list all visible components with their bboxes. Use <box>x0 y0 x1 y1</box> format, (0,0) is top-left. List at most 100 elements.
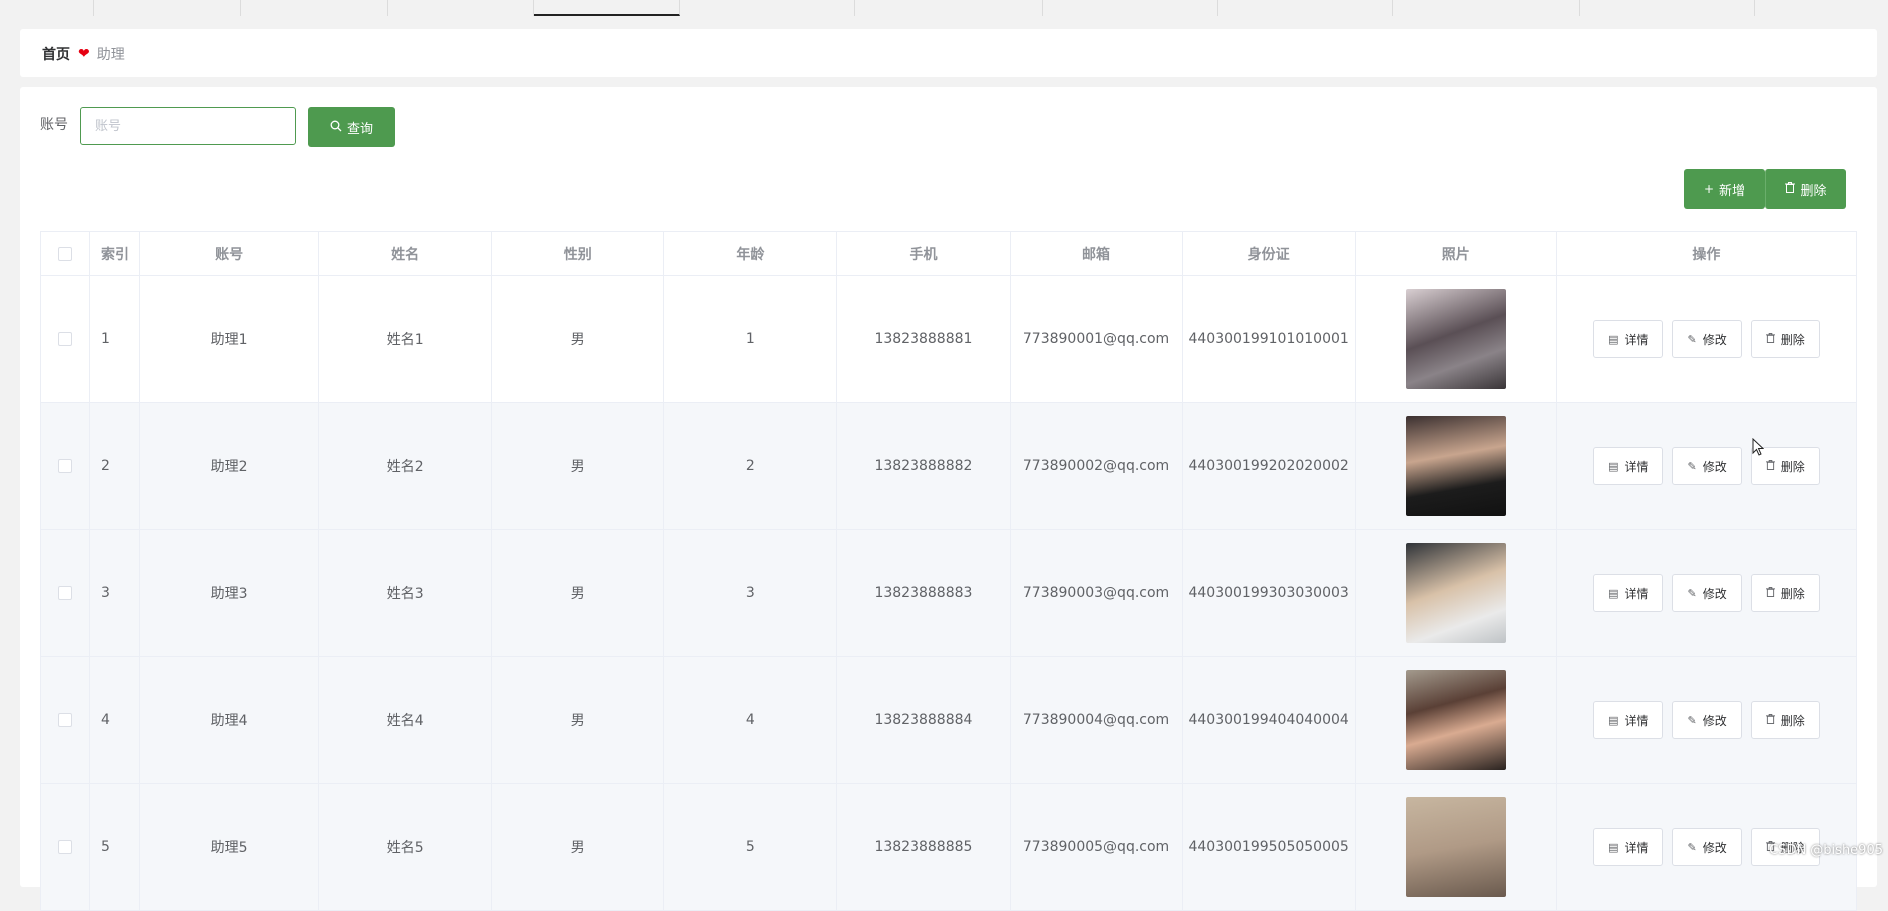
trash-icon <box>1765 332 1775 346</box>
batch-delete-button[interactable]: 删除 <box>1765 169 1846 209</box>
row-checkbox[interactable] <box>58 459 72 473</box>
search-button[interactable]: 查询 <box>308 107 395 147</box>
detail-button-label: 详情 <box>1624 586 1649 601</box>
cell-account: 助理1 <box>139 275 320 403</box>
cell-index: 5 <box>89 783 141 911</box>
search-button-label: 查询 <box>346 121 373 137</box>
tab[interactable] <box>1043 0 1218 16</box>
document-icon: ▤ <box>1608 586 1619 600</box>
cell-actions: ▤ 详情 ✎ 修改 删除 <box>1555 656 1858 784</box>
row-select-cell <box>39 529 91 657</box>
cell-id-card: 440300199303030003 <box>1181 529 1356 657</box>
cell-gender: 男 <box>491 783 665 911</box>
column-header: 姓名 <box>318 231 493 276</box>
mouse-cursor-icon <box>1752 437 1765 460</box>
cell-email: 773890003@qq.com <box>1009 529 1183 657</box>
edit-button[interactable]: ✎ 修改 <box>1672 828 1742 866</box>
photo-thumbnail[interactable] <box>1405 543 1506 643</box>
add-button[interactable]: + 新增 <box>1684 169 1765 209</box>
delete-button[interactable]: 删除 <box>1750 701 1820 739</box>
tab[interactable] <box>388 0 534 16</box>
detail-button[interactable]: ▤ 详情 <box>1593 828 1664 866</box>
table-row[interactable]: 5 助理5 姓名5 男 5 13823888885 773890005@qq.c… <box>39 783 1858 911</box>
pencil-icon: ✎ <box>1687 332 1697 346</box>
pencil-icon: ✎ <box>1687 840 1697 854</box>
tab[interactable] <box>94 0 241 16</box>
delete-button[interactable]: 删除 <box>1750 320 1820 358</box>
detail-button[interactable]: ▤ 详情 <box>1593 320 1664 358</box>
cell-age: 5 <box>663 783 838 911</box>
breadcrumb-home[interactable]: 首页 <box>42 44 70 64</box>
search-icon <box>330 120 342 135</box>
tab[interactable] <box>1580 0 1755 16</box>
photo-thumbnail[interactable] <box>1405 289 1506 389</box>
cell-id-card: 440300199202020002 <box>1181 402 1356 530</box>
detail-button-label: 详情 <box>1624 332 1649 347</box>
edit-button[interactable]: ✎ 修改 <box>1672 574 1742 612</box>
edit-button-label: 修改 <box>1702 840 1727 855</box>
row-checkbox[interactable] <box>58 332 72 346</box>
cell-phone: 13823888881 <box>836 275 1011 403</box>
breadcrumb-card: 首页 ❤ 助理 <box>20 29 1877 77</box>
document-icon: ▤ <box>1608 713 1619 727</box>
row-select-cell <box>39 656 91 784</box>
cell-id-card: 440300199101010001 <box>1181 275 1356 403</box>
cell-index: 3 <box>89 529 141 657</box>
delete-button[interactable]: 删除 <box>1750 574 1820 612</box>
edit-button[interactable]: ✎ 修改 <box>1672 701 1742 739</box>
photo-thumbnail[interactable] <box>1405 416 1506 516</box>
edit-button[interactable]: ✎ 修改 <box>1672 447 1742 485</box>
cell-email: 773890002@qq.com <box>1009 402 1183 530</box>
search-input[interactable] <box>80 107 296 145</box>
edit-button[interactable]: ✎ 修改 <box>1672 320 1742 358</box>
column-header: 索引 <box>89 231 141 276</box>
select-all-checkbox[interactable] <box>58 246 72 261</box>
tab[interactable] <box>1218 0 1393 16</box>
table-row[interactable]: 2 助理2 姓名2 男 2 13823888882 773890002@qq.c… <box>39 402 1858 530</box>
cell-account: 助理5 <box>139 783 320 911</box>
cell-gender: 男 <box>491 529 665 657</box>
photo-thumbnail[interactable] <box>1405 670 1506 770</box>
cell-email: 773890004@qq.com <box>1009 656 1183 784</box>
cell-account: 助理4 <box>139 656 320 784</box>
tab-strip <box>0 0 1888 17</box>
row-select-cell <box>39 275 91 403</box>
cell-name: 姓名1 <box>318 275 493 403</box>
cell-age: 2 <box>663 402 838 530</box>
cell-photo <box>1354 656 1557 784</box>
tab[interactable] <box>1393 0 1580 16</box>
tab[interactable] <box>680 0 855 16</box>
tab[interactable] <box>855 0 1043 16</box>
row-checkbox[interactable] <box>58 586 72 600</box>
row-checkbox[interactable] <box>58 713 72 727</box>
cell-photo <box>1354 529 1557 657</box>
breadcrumb: 首页 ❤ 助理 <box>42 44 125 64</box>
detail-button[interactable]: ▤ 详情 <box>1593 447 1664 485</box>
batch-delete-button-label: 删除 <box>1800 183 1827 199</box>
pencil-icon: ✎ <box>1687 459 1697 473</box>
delete-button-label: 删除 <box>1780 713 1805 728</box>
detail-button[interactable]: ▤ 详情 <box>1593 701 1664 739</box>
table-row[interactable]: 4 助理4 姓名4 男 4 13823888884 773890004@qq.c… <box>39 656 1858 784</box>
column-header: 账号 <box>139 231 320 276</box>
photo-thumbnail[interactable] <box>1405 797 1506 897</box>
tab[interactable] <box>241 0 388 16</box>
tab[interactable] <box>0 0 94 16</box>
detail-button-label: 详情 <box>1624 713 1649 728</box>
cell-gender: 男 <box>491 275 665 403</box>
cell-index: 2 <box>89 402 141 530</box>
table-row[interactable]: 1 助理1 姓名1 男 1 13823888881 773890001@qq.c… <box>39 275 1858 403</box>
cell-photo <box>1354 402 1557 530</box>
add-button-label: 新增 <box>1719 183 1746 199</box>
edit-button-label: 修改 <box>1702 332 1727 347</box>
tab-active[interactable] <box>534 0 680 16</box>
row-checkbox[interactable] <box>58 840 72 854</box>
cell-name: 姓名2 <box>318 402 493 530</box>
column-header: 邮箱 <box>1009 231 1183 276</box>
main-card: 账号 查询 + 新增 删除 索引 账号 姓名 性别 年龄 <box>20 87 1877 911</box>
pencil-icon: ✎ <box>1687 713 1697 727</box>
document-icon: ▤ <box>1608 459 1619 473</box>
table-row[interactable]: 3 助理3 姓名3 男 3 13823888883 773890003@qq.c… <box>39 529 1858 657</box>
detail-button[interactable]: ▤ 详情 <box>1593 574 1664 612</box>
select-all-cell <box>39 231 91 276</box>
